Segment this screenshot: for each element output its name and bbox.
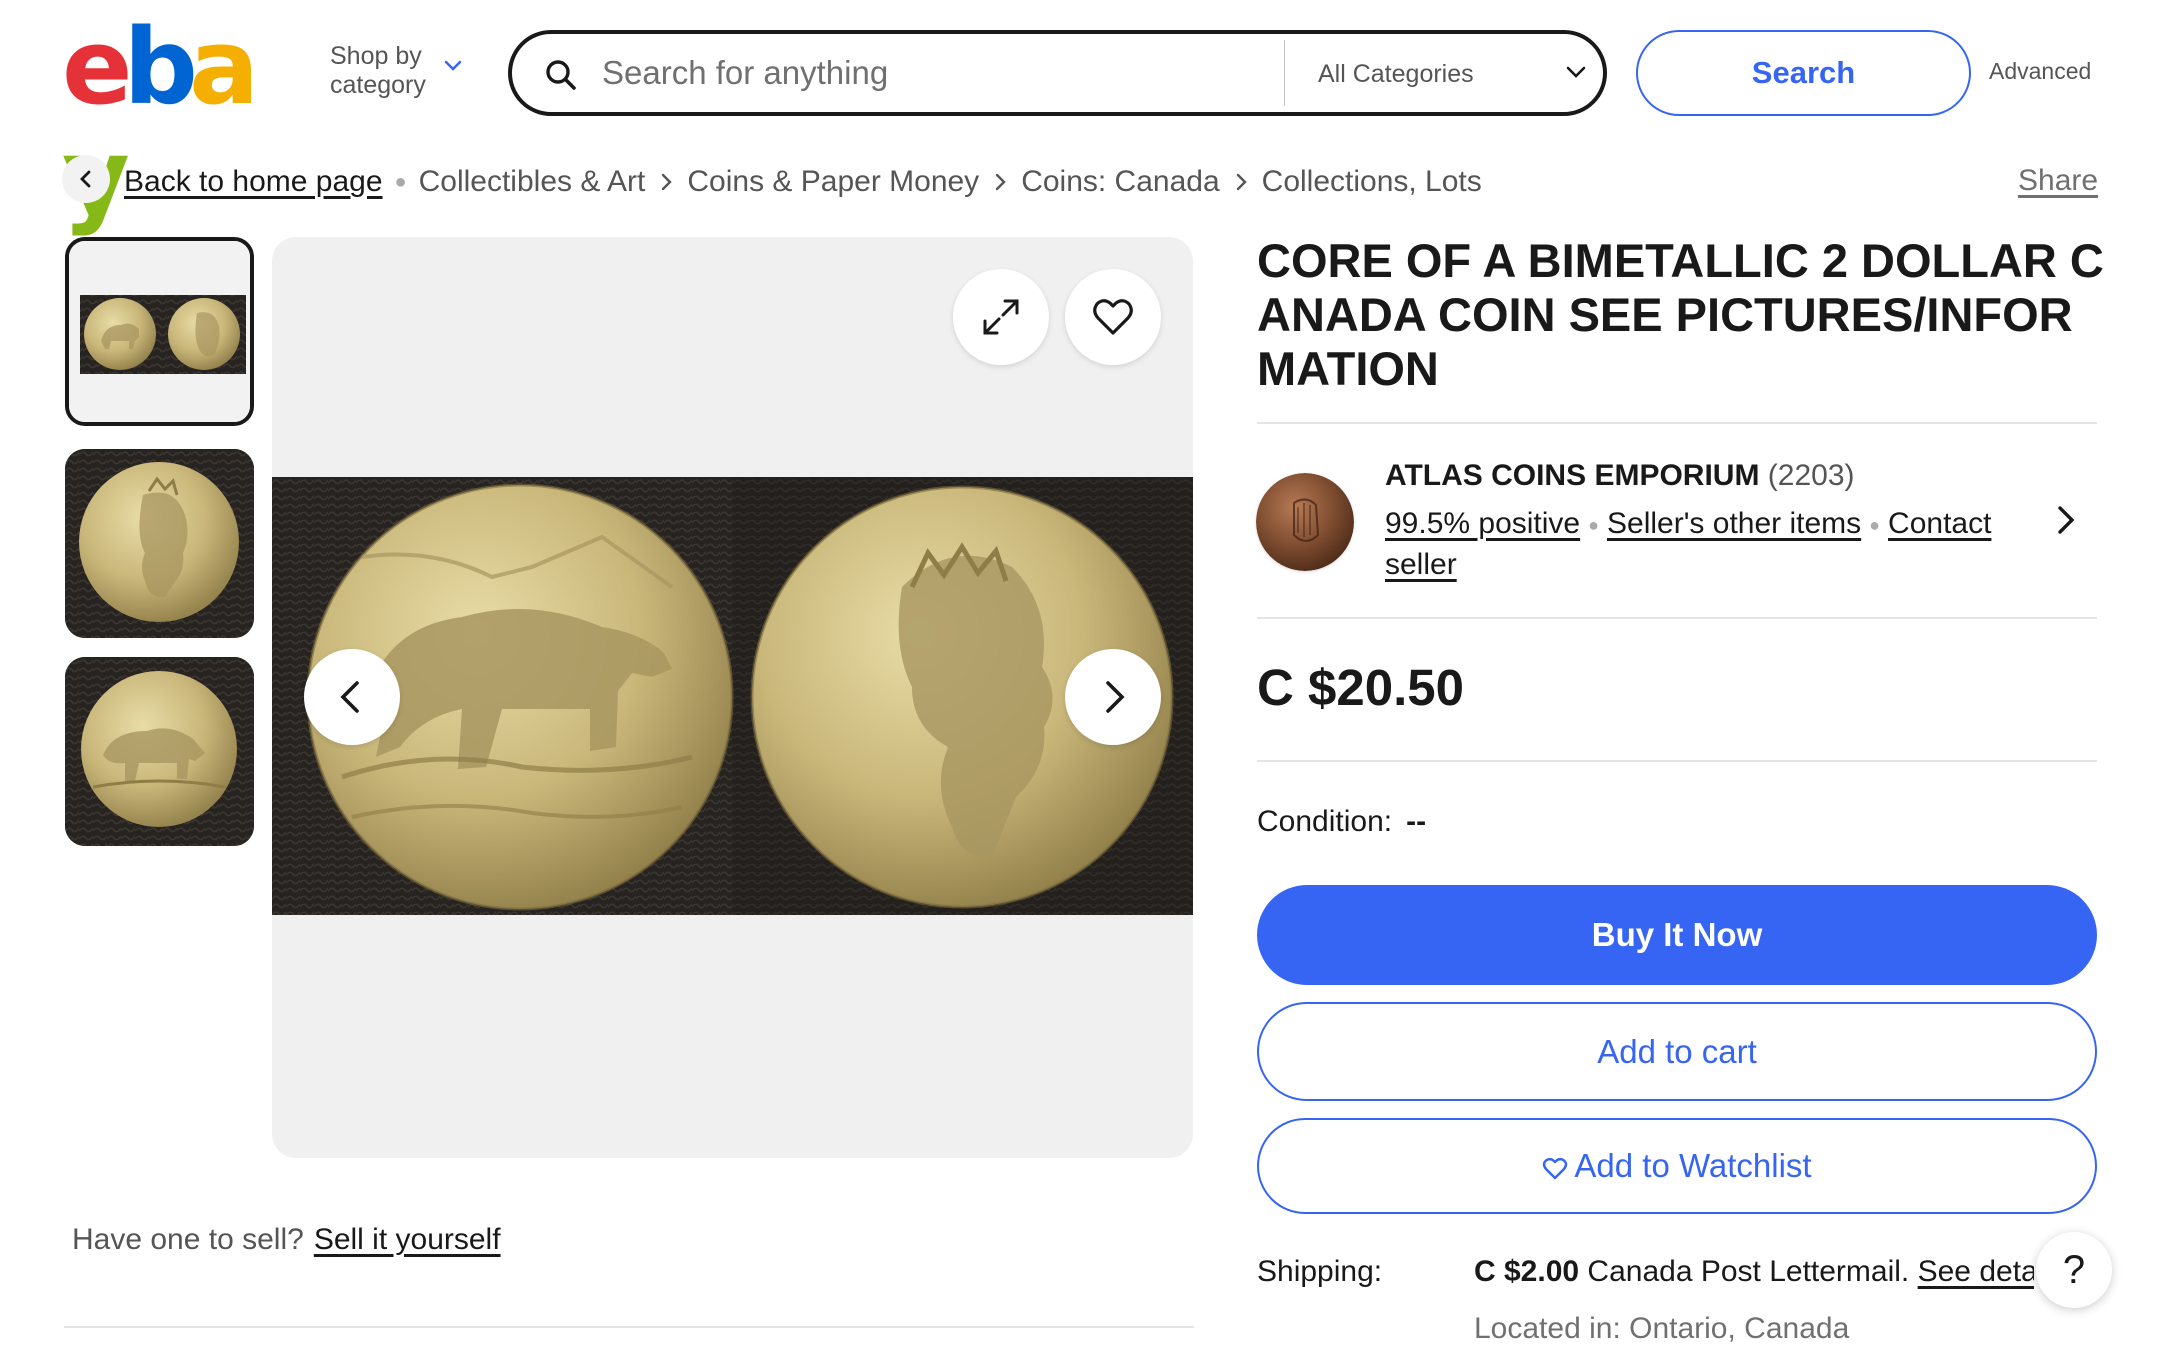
shop-by-label-line2: category — [330, 71, 426, 99]
chevron-right-icon — [1106, 681, 1125, 713]
search-icon — [546, 60, 576, 90]
separator-dot: ● — [1588, 515, 1599, 536]
thumbnail-image — [65, 657, 254, 846]
shipping-details-link[interactable]: See details — [1918, 1255, 2034, 1288]
seller-name-text: ATLAS COINS EMPORIUM — [1385, 459, 1760, 492]
logo-letter-b: b — [123, 6, 199, 128]
condition: Condition: -- — [1257, 802, 1426, 842]
shipping-price: C $2.00 — [1474, 1255, 1580, 1288]
breadcrumb-item-collections-lots[interactable]: Collections, Lots — [1262, 162, 1482, 202]
logo-letter-e: e — [62, 6, 132, 128]
sell-prompt: Have one to sell? Sell it yourself — [72, 1220, 501, 1260]
thumbnail-both-sides[interactable] — [65, 237, 254, 426]
breadcrumb-item-coins-paper-money[interactable]: Coins & Paper Money — [687, 162, 979, 202]
favorite-button[interactable] — [1065, 269, 1161, 365]
seller-avatar[interactable] — [1256, 473, 1354, 571]
help-button[interactable]: ? — [2036, 1232, 2112, 1308]
chevron-down-icon — [1566, 66, 1586, 78]
item-location: Located in: Ontario, Canada — [1474, 1312, 1850, 1345]
search-divider — [1284, 40, 1285, 106]
sell-prompt-text: Have one to sell? — [72, 1223, 304, 1256]
add-to-watchlist-button[interactable]: Add to Watchlist — [1257, 1118, 2097, 1214]
previous-image-button[interactable] — [304, 649, 400, 745]
seller-name[interactable]: ATLAS COINS EMPORIUM (2203) — [1385, 456, 1855, 496]
logo-letter-a: a — [189, 6, 259, 128]
shipping-value: C $2.00 Canada Post Lettermail. See deta… — [1474, 1252, 2034, 1292]
seller-positive-feedback-link[interactable]: 99.5% positive — [1385, 507, 1580, 540]
chevron-right-icon — [662, 173, 673, 191]
price: C $20.50 — [1257, 659, 1464, 716]
heart-icon — [1093, 299, 1133, 335]
seller-other-items-link[interactable]: Seller's other items — [1607, 507, 1861, 540]
shipping-label: Shipping: — [1257, 1255, 1383, 1288]
chevron-left-icon — [340, 681, 359, 713]
main-coin-image[interactable] — [272, 477, 1193, 915]
condition-label: Condition: — [1257, 805, 1393, 838]
expand-image-button[interactable] — [953, 269, 1049, 365]
chevron-right-icon — [1236, 173, 1247, 191]
search-bar: All Categories — [508, 30, 1607, 116]
back-button[interactable] — [62, 155, 110, 203]
sell-it-yourself-link[interactable]: Sell it yourself — [314, 1223, 501, 1256]
breadcrumb-item-coins-canada[interactable]: Coins: Canada — [1021, 162, 1219, 202]
expand-icon — [983, 299, 1019, 335]
thumbnail-image — [69, 241, 250, 422]
thumbnail-bear-side[interactable] — [65, 657, 254, 846]
divider — [1257, 422, 2097, 424]
separator-dot: ● — [1869, 515, 1881, 536]
main-image-panel — [272, 237, 1193, 1158]
copper-coin-image — [1256, 473, 1354, 571]
breadcrumb-dot: ● — [394, 171, 407, 194]
category-select[interactable]: All Categories — [1318, 54, 1588, 94]
listing-title: CORE OF A BIMETALLIC 2 DOLLAR CANADA COI… — [1257, 234, 2104, 395]
chevron-right-icon[interactable] — [2050, 502, 2082, 538]
heart-icon — [1543, 1157, 1568, 1180]
chevron-left-icon — [80, 170, 91, 188]
breadcrumb: Back to home page ● Collectibles & Art Coin… — [124, 161, 1482, 201]
shop-by-category-button[interactable]: Shop by category — [330, 42, 470, 100]
buy-it-now-button[interactable]: Buy It Now — [1257, 885, 2097, 985]
category-select-value: All Categories — [1318, 60, 1474, 88]
shipping-method: Canada Post Lettermail. — [1587, 1255, 1910, 1288]
search-button[interactable]: Search — [1636, 30, 1971, 116]
ebay-logo[interactable]: ebay — [62, 6, 302, 232]
breadcrumb-back-home[interactable]: Back to home page — [124, 162, 383, 202]
divider — [64, 1326, 1194, 1328]
seller-feedback-count: (2203) — [1767, 459, 1855, 492]
seller-links: 99.5% positive ● Seller's other items ● Cont… — [1385, 504, 2025, 585]
condition-value: -- — [1406, 805, 1427, 838]
advanced-search-link[interactable]: Advanced — [1989, 58, 2091, 85]
add-to-cart-button[interactable]: Add to cart — [1257, 1002, 2097, 1101]
add-to-watchlist-label: Add to Watchlist — [1574, 1147, 1812, 1184]
thumbnail-queen-side[interactable] — [65, 449, 254, 638]
search-input[interactable] — [600, 52, 1220, 94]
chevron-down-icon — [444, 60, 462, 71]
chevron-right-icon — [995, 173, 1006, 191]
thumbnail-image — [65, 449, 254, 638]
share-link[interactable]: Share — [2018, 161, 2098, 201]
divider — [1257, 617, 2097, 619]
breadcrumb-item-collectibles[interactable]: Collectibles & Art — [419, 162, 646, 202]
divider — [1257, 760, 2097, 762]
next-image-button[interactable] — [1065, 649, 1161, 745]
